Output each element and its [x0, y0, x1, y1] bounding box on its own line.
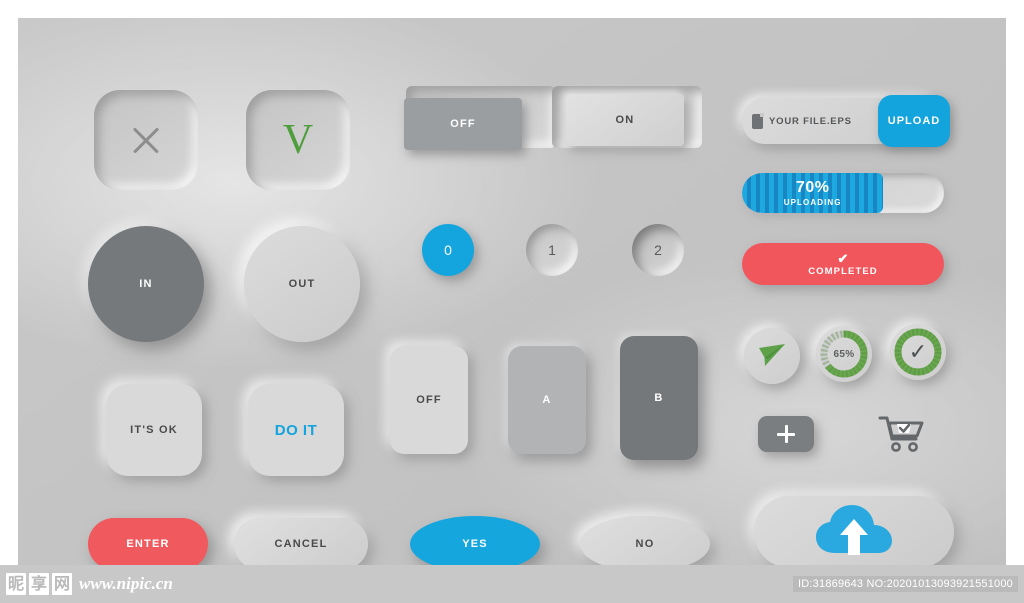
upload-progress-fill: 70% UPLOADING — [742, 173, 884, 213]
its-ok-label: IT'S OK — [130, 424, 178, 436]
v-check-icon: V — [282, 117, 314, 163]
number-circle-0-label: 0 — [444, 242, 452, 258]
toggle-off-button[interactable]: OFF — [404, 98, 522, 150]
watermark-url: www.nipic.cn — [79, 574, 173, 593]
watermark-char-1: 昵 — [6, 573, 27, 595]
vertical-off-label: OFF — [416, 394, 442, 406]
yes-label: YES — [462, 538, 488, 550]
vertical-a-label: A — [542, 394, 552, 406]
progress-ring-circle: 65% — [816, 326, 872, 382]
file-name-label: YOUR FILE.EPS — [769, 115, 852, 127]
close-icon — [129, 123, 163, 157]
screenshot-root: V OFF ON IN OUT 0 1 2 IT'S OK DO IT OFF … — [0, 0, 1024, 603]
vertical-b-label: B — [654, 392, 664, 404]
plus-icon — [777, 425, 795, 443]
watermark-char-3: 网 — [52, 573, 73, 595]
done-check-glyph: ✓ — [908, 339, 928, 364]
watermark-char-2: 享 — [29, 573, 50, 595]
cart-button[interactable] — [874, 412, 930, 456]
cloud-upload-button[interactable] — [754, 496, 954, 568]
paper-plane-icon — [759, 344, 785, 366]
upload-progress-state: UPLOADING — [783, 197, 842, 207]
number-circle-1-label: 1 — [548, 242, 556, 258]
upload-button-label: UPLOAD — [887, 115, 941, 127]
toggle-off-label: OFF — [450, 118, 476, 130]
cancel-label: CANCEL — [274, 538, 328, 550]
watermark-bar: 昵 享 网 www.nipic.cn ID:31869643 NO:202010… — [0, 565, 1024, 603]
in-circle-button[interactable]: IN — [88, 226, 204, 342]
its-ok-button[interactable]: IT'S OK — [106, 384, 202, 476]
add-button[interactable] — [758, 416, 814, 452]
cancel-button[interactable]: CANCEL — [234, 518, 368, 570]
number-circle-2-label: 2 — [654, 242, 662, 258]
completed-check-icon: ✔ — [837, 250, 849, 266]
number-circle-0[interactable]: 0 — [422, 224, 474, 276]
completed-banner: ✔ COMPLETED — [742, 243, 944, 285]
do-it-button[interactable]: DO IT — [248, 384, 344, 476]
cloud-upload-icon — [816, 505, 892, 555]
ui-kit-canvas: V OFF ON IN OUT 0 1 2 IT'S OK DO IT OFF … — [18, 18, 1006, 572]
out-label: OUT — [288, 278, 316, 290]
number-circle-1[interactable]: 1 — [526, 224, 578, 276]
send-circle-button[interactable] — [744, 328, 800, 384]
yes-button[interactable]: YES — [410, 516, 540, 572]
vertical-button-b[interactable]: B — [620, 336, 698, 460]
no-button[interactable]: NO — [580, 516, 710, 572]
confirm-square-button[interactable]: V — [246, 90, 350, 190]
enter-button[interactable]: ENTER — [88, 518, 208, 570]
cart-check-icon — [878, 416, 924, 452]
upload-progress-percent: 70% — [795, 178, 830, 196]
watermark-id-text: ID:31869643 NO:20201013093921551000 — [793, 576, 1018, 592]
vertical-button-off[interactable]: OFF — [390, 346, 468, 454]
completed-label: COMPLETED — [808, 265, 878, 277]
done-ring-circle: ✓ — [890, 324, 946, 380]
file-upload-row[interactable]: YOUR FILE.EPS UPLOAD — [742, 95, 950, 147]
out-circle-button[interactable]: OUT — [244, 226, 360, 342]
toggle-on-button[interactable]: ON — [566, 94, 684, 146]
number-circle-2[interactable]: 2 — [632, 224, 684, 276]
file-icon — [752, 112, 764, 129]
do-it-label: DO IT — [274, 421, 318, 439]
enter-label: ENTER — [126, 538, 170, 550]
vertical-button-a[interactable]: A — [508, 346, 586, 454]
upload-button[interactable]: UPLOAD — [878, 95, 950, 147]
in-label: IN — [139, 278, 153, 290]
no-label: NO — [635, 538, 655, 550]
close-square-button[interactable] — [94, 90, 198, 190]
toggle-on-label: ON — [615, 114, 635, 126]
upload-progress-bar: 70% UPLOADING — [742, 173, 944, 213]
progress-ring-label: 65% — [833, 348, 855, 360]
watermark-logo: 昵 享 网 — [6, 573, 73, 595]
